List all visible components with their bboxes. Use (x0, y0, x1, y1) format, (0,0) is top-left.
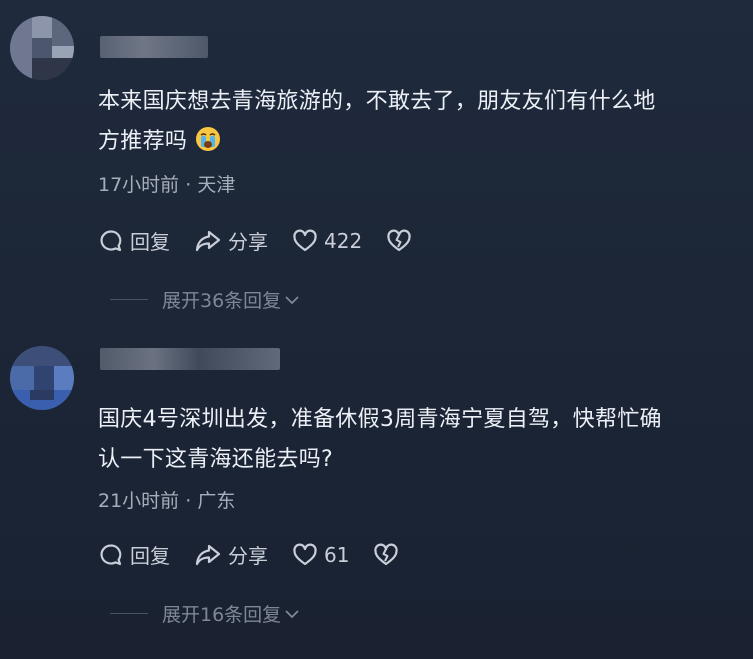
dislike-button[interactable] (373, 543, 405, 567)
share-icon (195, 230, 221, 251)
like-count: 61 (324, 542, 350, 567)
expand-replies-label: 展开16条回复 (162, 604, 282, 626)
reply-label: 回复 (130, 230, 170, 254)
username-blurred[interactable] (100, 36, 208, 58)
divider-line (110, 299, 148, 300)
reply-button[interactable]: 回复 (98, 540, 170, 569)
meta-separator: · (179, 174, 198, 196)
heart-icon (293, 229, 317, 251)
expand-replies-button[interactable]: 展开16条回复 (110, 600, 301, 627)
heart-icon (293, 543, 317, 565)
like-button[interactable]: 422 (292, 229, 362, 253)
comment-time: 21小时前 (98, 490, 180, 512)
meta-separator: · (179, 490, 198, 512)
comment-meta: 21小时前 · 广东 (98, 486, 235, 513)
broken-heart-icon (387, 229, 411, 251)
comment-time: 17小时前 (98, 174, 180, 196)
avatar[interactable] (10, 346, 74, 410)
comment-meta: 17小时前 · 天津 (98, 170, 235, 197)
share-button[interactable]: 分享 (194, 226, 268, 255)
reply-icon (100, 229, 122, 251)
like-button[interactable]: 61 (292, 543, 349, 567)
comment-actions: 回复 分享 422 (98, 226, 418, 255)
dislike-button[interactable] (386, 229, 418, 253)
divider-line (110, 613, 148, 614)
expand-replies-label: 展开36条回复 (162, 290, 282, 312)
share-icon (195, 544, 221, 565)
reply-button[interactable]: 回复 (98, 226, 170, 255)
chevron-down-icon (285, 295, 299, 304)
like-count: 422 (324, 228, 363, 253)
share-label: 分享 (228, 544, 268, 568)
reply-label: 回复 (130, 544, 170, 568)
crying-face-emoji-icon (195, 126, 221, 152)
comment-location: 天津 (197, 174, 236, 196)
username-blurred[interactable] (100, 348, 280, 370)
share-label: 分享 (228, 230, 268, 254)
broken-heart-icon (374, 543, 399, 565)
expand-replies-button[interactable]: 展开36条回复 (110, 286, 301, 313)
chevron-down-icon (285, 609, 299, 618)
comment-location: 广东 (197, 490, 236, 512)
comment-text: 国庆4号深圳出发，准备休假3周青海宁夏自驾，快帮忙确 认一下这青海还能去吗? (98, 407, 662, 472)
avatar[interactable] (10, 16, 74, 80)
comment-text: 本来国庆想去青海旅游的，不敢去了，朋友友们有什么地 方推荐吗 (98, 89, 656, 154)
reply-icon (100, 543, 122, 565)
share-button[interactable]: 分享 (194, 540, 268, 569)
comment-actions: 回复 分享 61 (98, 540, 405, 569)
